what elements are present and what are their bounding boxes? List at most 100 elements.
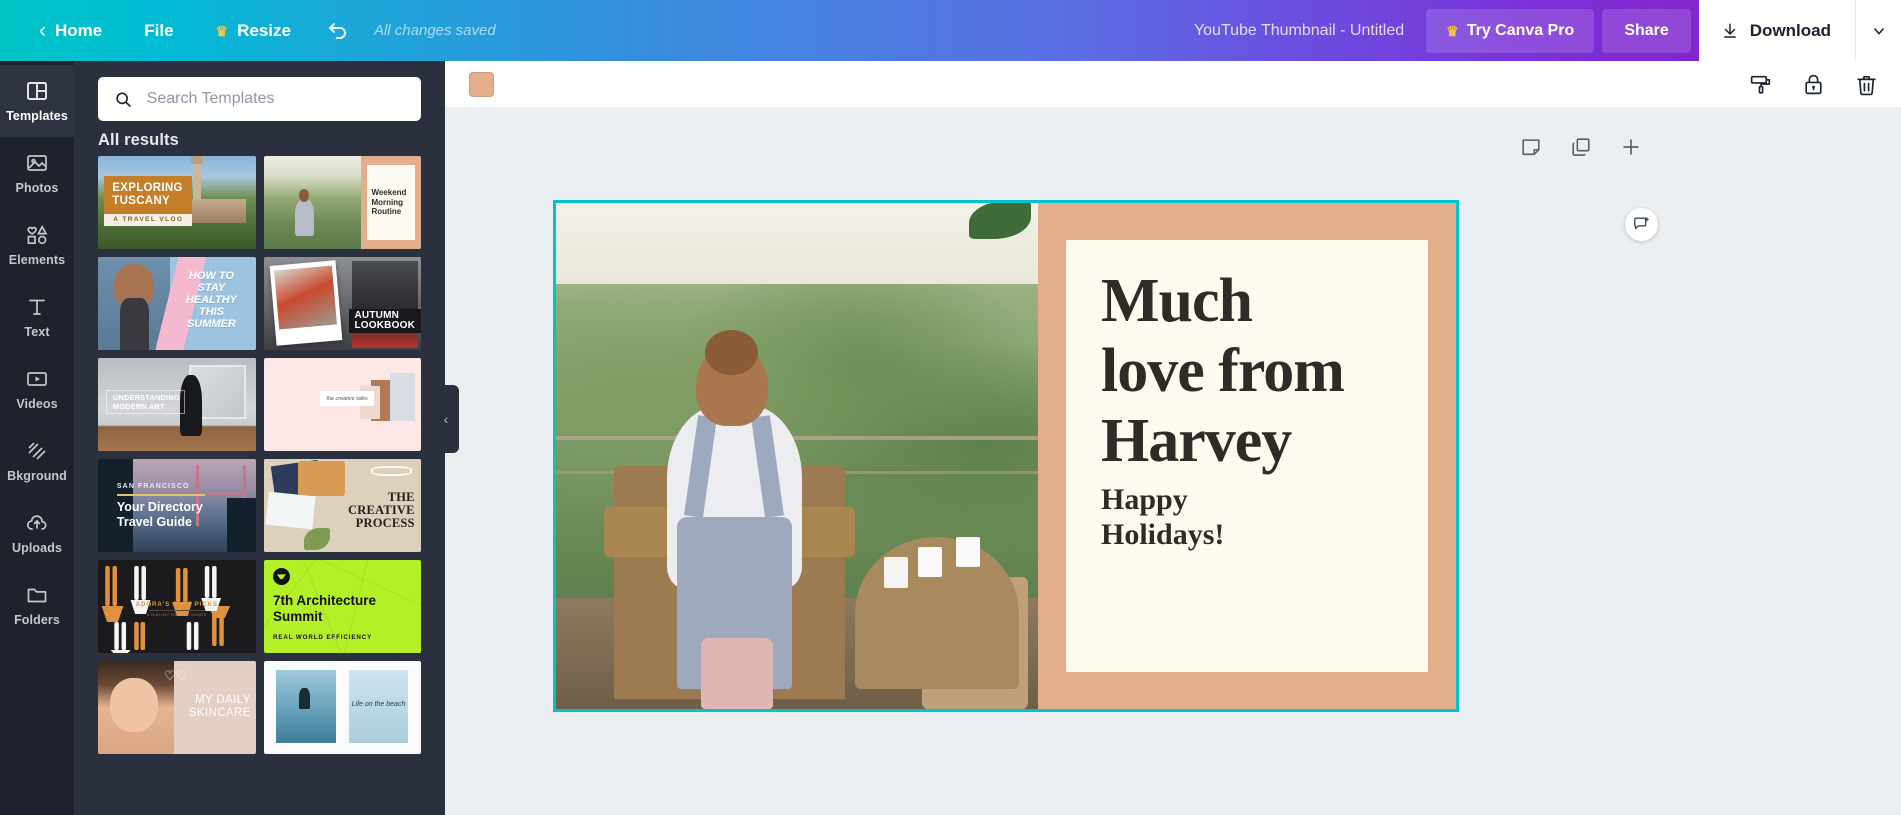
sidebar-item-folders[interactable]: Folders <box>0 569 74 641</box>
template-card-autumn-lookbook[interactable]: AUTUMN LOOKBOOK <box>263 257 421 350</box>
header-right-group: YouTube Thumbnail - Untitled ♛ Try Canva… <box>1172 0 1901 61</box>
template-thumb-art: 7th Architecture Summit REAL WORLD EFFIC… <box>263 560 421 653</box>
template-title-block: Your Directory Travel Guide <box>117 500 221 530</box>
sidebar-item-templates[interactable]: Templates <box>0 65 74 137</box>
template-card-stay-healthy-summer[interactable]: HOW TO STAY HEALTHY THIS SUMMER <box>98 257 256 350</box>
color-swatch[interactable] <box>469 71 494 97</box>
template-card-adoras-jazz-picks[interactable]: ADORA'S JAZZ PICKS A PLAYLIST FOR LATE N… <box>98 560 256 653</box>
template-thumb-art: HOW TO STAY HEALTHY THIS SUMMER <box>98 257 256 350</box>
templates-icon <box>27 82 47 100</box>
template-card-creative-process[interactable]: THE CREATIVE PROCESS <box>263 459 421 552</box>
search-input[interactable] <box>146 90 405 108</box>
template-thumb-art: Life on the beach <box>263 661 421 754</box>
header-left-group: ‹ Home File ♛ Resize All changes saved <box>0 0 496 61</box>
template-title-line2: Morning <box>371 197 403 207</box>
template-title-block: EXPLORING TUSCANY <box>104 176 193 214</box>
collapse-panel-button[interactable]: ‹ <box>433 385 459 453</box>
search-box[interactable] <box>98 77 421 121</box>
save-status-text: All changes saved <box>373 22 496 39</box>
sidebar-item-photos[interactable]: Photos <box>0 137 74 209</box>
design-background-panel[interactable]: Much love from Harvey Happy Holidays! <box>1038 203 1456 709</box>
canva-editor-window: ‹ Home File ♛ Resize All changes saved Y… <box>0 0 1901 815</box>
template-title-block: UNDERSTANDING MODERN ART <box>105 389 185 414</box>
template-results-grid: EXPLORING TUSCANY A TRAVEL VLOG Weekend … <box>74 156 445 774</box>
template-subtitle: REAL WORLD EFFICIENCY <box>272 634 373 642</box>
share-button[interactable]: Share <box>1602 8 1691 53</box>
undo-button[interactable] <box>312 0 364 61</box>
foliage-shape-right <box>227 498 256 552</box>
template-title-line3: PROCESS <box>355 516 415 531</box>
sidebar-item-videos[interactable]: Videos <box>0 353 74 425</box>
download-button[interactable]: Download <box>1698 0 1855 61</box>
template-title-line2: TUSCANY <box>112 195 170 208</box>
copy-style-icon[interactable] <box>1748 72 1773 97</box>
template-card-understanding-modern-art[interactable]: UNDERSTANDING MODERN ART <box>98 358 256 451</box>
template-thumb-art: THE CREATIVE PROCESS <box>263 459 421 552</box>
folders-icon <box>27 588 47 603</box>
document-title[interactable]: YouTube Thumbnail - Untitled <box>1172 22 1426 40</box>
cup-shape-1 <box>917 547 942 578</box>
left-sidebar-rail: Templates Photos Elements Text Videos Bk… <box>0 61 74 815</box>
chevron-left-icon-collapse: ‹ <box>443 411 449 427</box>
template-title-line1: THE <box>387 489 415 504</box>
page-tools-group <box>1520 136 1642 158</box>
sidebar-label-videos: Videos <box>16 397 58 411</box>
add-comment-button[interactable] <box>1625 208 1658 241</box>
download-label: Download <box>1749 20 1831 40</box>
design-photo-element[interactable] <box>556 203 1038 709</box>
download-options-button[interactable] <box>1855 0 1901 61</box>
template-card-exploring-tuscany[interactable]: EXPLORING TUSCANY A TRAVEL VLOG <box>98 156 256 249</box>
duplicate-page-icon[interactable] <box>1570 136 1592 158</box>
canvas-area: Much love from Harvey Happy Holidays! <box>445 108 1901 815</box>
polaroid-shape <box>269 259 343 346</box>
hearts-icon: ♡♡ <box>164 668 188 684</box>
block-shape-2 <box>389 372 415 422</box>
resize-label: Resize <box>237 20 291 40</box>
template-card-life-on-the-beach[interactable]: Life on the beach <box>263 661 421 754</box>
template-card-my-daily-skincare[interactable]: ♡♡ MY DAILY SKINCARE <box>98 661 256 754</box>
add-page-icon[interactable] <box>1620 136 1642 158</box>
add-comment-icon <box>1634 217 1649 230</box>
template-thumb-art: the creative talks <box>263 358 421 451</box>
sidebar-label-text: Text <box>24 325 50 339</box>
design-headline[interactable]: Much love from Harvey <box>1101 266 1421 476</box>
sidebar-item-elements[interactable]: Elements <box>0 209 74 281</box>
design-subheadline[interactable]: Happy Holidays! <box>1101 483 1421 552</box>
template-thumb-art: Weekend Morning Routine <box>263 156 421 249</box>
photo-region-left <box>276 670 336 743</box>
template-card-architecture-summit[interactable]: 7th Architecture Summit REAL WORLD EFFIC… <box>263 560 421 653</box>
design-text-card[interactable]: Much love from Harvey Happy Holidays! <box>1066 240 1428 672</box>
sidebar-item-text[interactable]: Text <box>0 281 74 353</box>
template-title-block: MY DAILY SKINCARE <box>159 694 251 720</box>
template-card-weekend-morning[interactable]: Weekend Morning Routine <box>263 156 421 249</box>
file-menu-button[interactable]: File <box>123 0 194 61</box>
sidebar-item-uploads[interactable]: Uploads <box>0 497 74 569</box>
delete-icon[interactable] <box>1854 72 1879 97</box>
template-title-line1: Weekend <box>371 188 407 198</box>
template-title-block: ADORA'S JAZZ PICKS A PLAYLIST FOR LATE N… <box>136 601 218 617</box>
backpack-shape <box>700 638 773 709</box>
sidebar-item-background[interactable]: Bkground <box>0 425 74 497</box>
resize-button[interactable]: ♛ Resize <box>195 0 312 61</box>
photo-region-right: Life on the beach <box>348 670 409 743</box>
template-card-sf-travel-guide[interactable]: SAN FRANCISCO Your Directory Travel Guid… <box>98 459 256 552</box>
photo-region <box>263 156 362 249</box>
template-card-pink-moodboard[interactable]: the creative talks <box>263 358 421 451</box>
home-button[interactable]: ‹ Home <box>18 0 123 61</box>
template-title-line2: SKINCARE <box>188 707 251 720</box>
try-canva-pro-label: Try Canva Pro <box>1466 21 1575 39</box>
design-canvas[interactable]: Much love from Harvey Happy Holidays! <box>553 200 1459 712</box>
elements-icon <box>27 225 48 245</box>
template-title-block: THE CREATIVE PROCESS <box>327 489 415 531</box>
template-title-line1: EXPLORING <box>112 182 183 195</box>
sidebar-label-folders: Folders <box>14 613 60 627</box>
lock-icon[interactable] <box>1801 72 1826 97</box>
chevron-down-icon <box>1873 27 1884 34</box>
add-note-icon[interactable] <box>1520 136 1542 158</box>
sidebar-label-templates: Templates <box>6 109 68 123</box>
videos-icon <box>27 372 47 386</box>
template-title-line3: Routine <box>371 207 402 217</box>
try-canva-pro-button[interactable]: ♛ Try Canva Pro <box>1426 8 1595 53</box>
templates-panel: All results EXPLORING TUSCANY A TRAVEL V… <box>74 61 445 815</box>
download-icon <box>1723 23 1736 38</box>
